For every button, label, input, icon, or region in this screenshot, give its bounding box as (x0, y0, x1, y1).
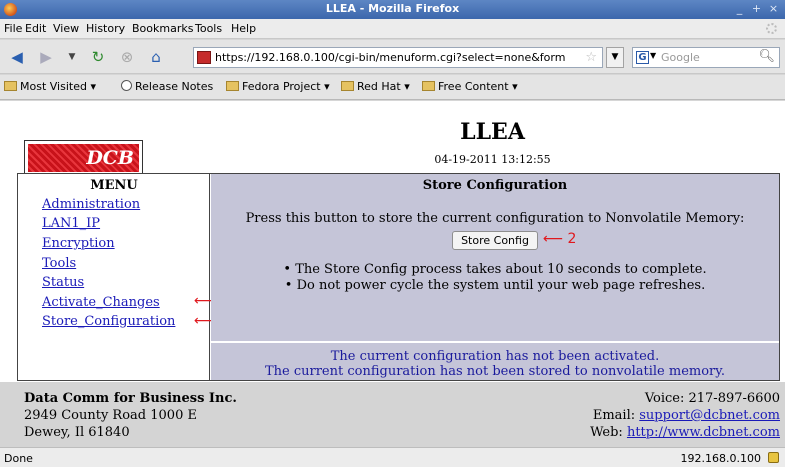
search-placeholder: Google (661, 51, 700, 64)
section-title: Store Configuration (422, 178, 568, 193)
menu-bar: File Edit View History Bookmarks Tools H… (0, 19, 785, 39)
folder-icon (341, 81, 354, 91)
sidebar-item-store-configuration[interactable]: Store_Configuration (42, 314, 175, 329)
address-bar[interactable]: https://192.168.0.100/cgi-bin/menuform.c… (193, 47, 603, 68)
url-text[interactable]: https://192.168.0.100/cgi-bin/menuform.c… (215, 51, 565, 64)
reload-icon[interactable]: ↻ (88, 48, 108, 66)
bullet-item: • Do not power cycle the system until yo… (284, 278, 706, 293)
menu-edit[interactable]: Edit (25, 22, 46, 35)
menu-history[interactable]: History (86, 22, 125, 35)
maximize-button[interactable]: + (749, 2, 764, 17)
lock-icon[interactable] (768, 452, 779, 463)
chevron-down-icon[interactable]: ▼ (650, 51, 656, 60)
page-layout-table: MENU Administration LAN1_IP Encryption T… (17, 173, 780, 381)
close-button[interactable]: × (766, 2, 781, 17)
menu-tools[interactable]: Tools (195, 22, 222, 35)
menu-file[interactable]: File (4, 22, 22, 35)
bookmark-release-notes[interactable]: Release Notes (121, 80, 213, 93)
menu-bookmarks[interactable]: Bookmarks (132, 22, 193, 35)
company-name: Data Comm for Business Inc. (24, 391, 237, 406)
bookmark-star-icon[interactable]: ☆ (585, 50, 597, 65)
stop-icon[interactable]: ⊗ (117, 48, 137, 66)
divider (211, 341, 779, 343)
status-host: 192.168.0.100 (680, 452, 761, 465)
menu-help[interactable]: Help (231, 22, 256, 35)
history-dropdown-icon[interactable]: ▼ (62, 48, 82, 66)
bullet-item: • The Store Config process takes about 1… (283, 262, 707, 277)
store-config-button[interactable]: Store Config (452, 231, 538, 250)
folder-icon (226, 81, 239, 91)
window-title: LLEA - Mozilla Firefox (325, 2, 460, 15)
config-status-messages: The current configuration has not been a… (211, 349, 779, 379)
website-link[interactable]: http://www.dcbnet.com (627, 425, 780, 440)
forward-icon[interactable]: ▶ (36, 48, 56, 66)
folder-icon (4, 81, 17, 91)
bookmark-free-content[interactable]: Free Content ▾ (422, 80, 518, 93)
sidebar-item-activate-changes[interactable]: Activate_Changes (42, 295, 160, 310)
page-title: LLEA (460, 119, 525, 145)
page-footer: Data Comm for Business Inc. 2949 County … (0, 382, 785, 447)
info-bullets: • The Store Config process takes about 1… (211, 262, 779, 294)
sidebar-item-status[interactable]: Status (42, 275, 84, 290)
annotation-arrow-2: ⟵ 2 (543, 231, 577, 247)
status-text: Done (4, 452, 33, 465)
bookmark-red-hat[interactable]: Red Hat ▾ (341, 80, 410, 93)
main-panel: Store Configuration Press this button to… (211, 174, 779, 380)
email-line: Email: support@dcbnet.com (592, 408, 780, 423)
instruction-text: Press this button to store the current c… (245, 211, 745, 226)
navigation-toolbar: ◀ ▶ ▼ ↻ ⊗ ⌂ https://192.168.0.100/cgi-bi… (0, 40, 785, 74)
page-icon (121, 80, 132, 91)
sidebar-item-lan1-ip[interactable]: LAN1_IP (42, 216, 100, 231)
address-line-2: Dewey, Il 61840 (24, 425, 130, 440)
window-titlebar: LLEA - Mozilla Firefox _ + × (0, 0, 785, 19)
back-icon[interactable]: ◀ (7, 48, 27, 66)
search-engine-icon[interactable]: G (636, 51, 649, 64)
search-icon[interactable]: 🔍︎ (758, 49, 775, 64)
menu-heading: MENU (90, 178, 138, 193)
site-identity-icon[interactable] (197, 51, 211, 64)
page-datetime: 04-19-2011 13:12:55 (434, 153, 551, 166)
home-icon[interactable]: ⌂ (146, 48, 166, 66)
bookmark-fedora-project[interactable]: Fedora Project ▾ (226, 80, 330, 93)
bookmark-most-visited[interactable]: Most Visited ▾ (4, 80, 96, 93)
url-dropdown-button[interactable]: ▼ (606, 47, 624, 68)
search-input[interactable]: G ▼ Google 🔍︎ (632, 47, 780, 68)
sidebar-menu: MENU Administration LAN1_IP Encryption T… (18, 174, 210, 380)
sidebar-item-encryption[interactable]: Encryption (42, 236, 115, 251)
minimize-button[interactable]: _ (732, 2, 747, 17)
web-line: Web: http://www.dcbnet.com (590, 425, 780, 440)
folder-icon (422, 81, 435, 91)
sidebar-item-administration[interactable]: Administration (42, 197, 140, 212)
bookmarks-toolbar: Most Visited ▾ Release Notes Fedora Proj… (0, 75, 785, 100)
page-content: DCB LLEA 04-19-2011 13:12:55 MENU Admini… (0, 101, 785, 447)
status-bar: Done 192.168.0.100 (0, 447, 785, 467)
sidebar-item-tools[interactable]: Tools (42, 256, 76, 271)
status-not-stored: The current configuration has not been s… (264, 364, 725, 379)
voice-number: Voice: 217-897-6600 (644, 391, 780, 406)
throbber-icon (766, 23, 777, 34)
status-not-activated: The current configuration has not been a… (330, 349, 660, 364)
email-link[interactable]: support@dcbnet.com (639, 408, 780, 423)
address-line-1: 2949 County Road 1000 E (24, 408, 197, 423)
menu-view[interactable]: View (53, 22, 79, 35)
